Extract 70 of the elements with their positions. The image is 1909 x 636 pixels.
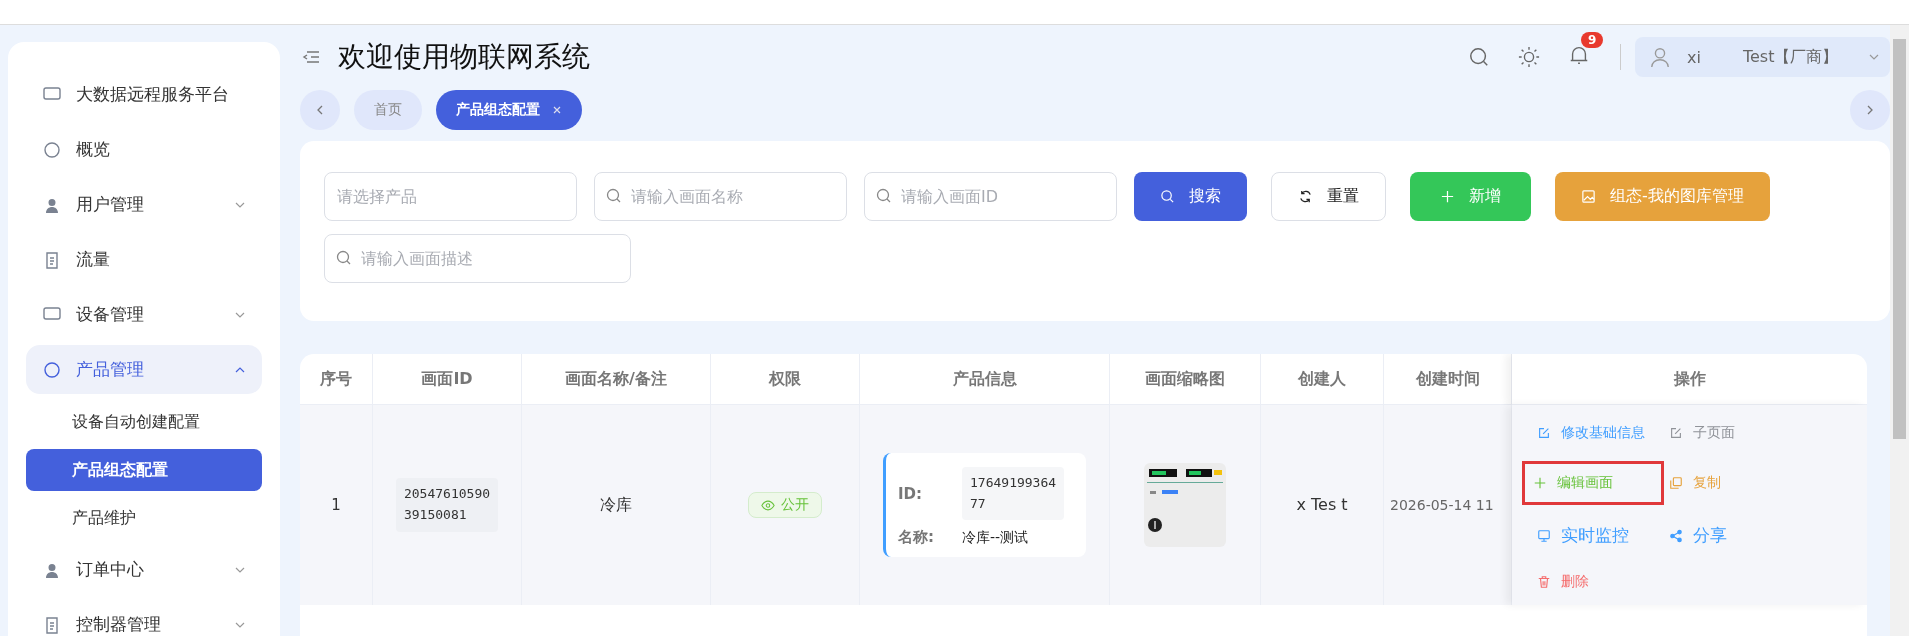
search-icon (336, 250, 352, 266)
field-label: 名称: (898, 528, 935, 548)
trash-icon (1537, 575, 1551, 589)
input-field[interactable]: 请输入画面ID (864, 172, 1117, 221)
table-cell: 1 (331, 496, 341, 514)
bell-icon[interactable] (1568, 44, 1590, 66)
sidebar-item[interactable]: 流量 (26, 235, 262, 284)
input-field[interactable]: 请输入画面名称 (594, 172, 847, 221)
menu-icon[interactable] (302, 50, 320, 64)
table-cell: 2026-05-14 11 (1390, 497, 1494, 513)
product-name: 冷库--测试 (962, 528, 1029, 547)
table-cell: 冷库 (600, 494, 632, 516)
edit-icon (1669, 426, 1683, 440)
column-header: 权限 (769, 368, 801, 390)
column-header: 画面名称/备注 (565, 368, 667, 390)
sidebar-subitem[interactable]: 设备自动创建配置 (26, 400, 262, 444)
field-label: ID: (898, 484, 924, 503)
menu-item-icon (42, 139, 62, 160)
filter-button[interactable]: 重置 (1271, 172, 1386, 221)
search-icon (1160, 189, 1175, 204)
column-header: 画面缩略图 (1145, 368, 1225, 390)
column-header: 产品信息 (952, 368, 1017, 390)
reset-icon (1298, 189, 1313, 204)
user-icon (1649, 46, 1671, 68)
search-icon (606, 188, 622, 204)
search-icon[interactable] (1468, 46, 1490, 68)
input-field[interactable]: 请输入画面描述 (324, 234, 631, 283)
search-icon (876, 188, 892, 204)
sidebar-item[interactable]: 设备管理 (26, 290, 262, 339)
sun-icon[interactable] (1518, 46, 1540, 68)
action-link[interactable]: 分享 (1664, 517, 1784, 554)
edit-icon (1537, 426, 1551, 440)
sidebar-item[interactable]: 大数据远程服务平台 (26, 70, 262, 119)
close-icon[interactable] (552, 105, 562, 115)
scrollbar[interactable] (1890, 25, 1909, 636)
input-field[interactable]: 请选择产品 (324, 172, 577, 221)
sidebar-item[interactable]: 产品管理 (26, 345, 262, 394)
menu-item-icon (42, 359, 62, 380)
eye-icon (761, 499, 775, 511)
screen-id: 2054761059039150081 (395, 478, 499, 532)
product-id: 1764919936477 (962, 466, 1065, 521)
permission-label: 公开 (781, 496, 809, 514)
column-header: 创建时间 (1415, 368, 1480, 390)
user-menu[interactable]: xi Test【厂商】 (1635, 37, 1890, 77)
monitor-icon (1537, 528, 1551, 543)
copy-icon (1669, 476, 1683, 490)
notification-badge: 9 (1581, 32, 1604, 48)
sidebar-subitem[interactable]: 产品组态配置 (26, 449, 262, 491)
column-header: 画面ID (421, 368, 473, 390)
action-link[interactable]: 删除 (1532, 566, 1664, 598)
column-header: 序号 (320, 368, 352, 390)
table-cell-text: x Tes t (1295, 493, 1349, 516)
page-title: 欢迎使用物联网系统 (338, 39, 590, 75)
filter-button[interactable]: 搜索 (1134, 172, 1247, 221)
scrollbar-thumb[interactable] (1893, 39, 1906, 439)
sidebar-item[interactable]: 概览 (26, 125, 262, 174)
sidebar-item[interactable]: 用户管理 (26, 180, 262, 229)
share-icon (1669, 528, 1683, 543)
column-header: 创建人 (1298, 368, 1346, 390)
tab[interactable]: 首页 (354, 90, 422, 130)
tab[interactable]: 产品组态配置 (436, 90, 582, 130)
sidebar-item[interactable]: 订单中心 (26, 545, 262, 594)
sidebar-item[interactable]: 控制器管理 (26, 600, 262, 636)
action-link[interactable]: 修改基础信息 (1532, 417, 1664, 449)
image-icon (1581, 189, 1596, 204)
column-header: 操作 (1673, 368, 1706, 390)
plus-icon (1533, 476, 1547, 490)
add-icon (1440, 189, 1455, 204)
sidebar-subitem[interactable]: 产品维护 (26, 496, 262, 540)
action-link[interactable]: 子页面 (1664, 417, 1784, 449)
